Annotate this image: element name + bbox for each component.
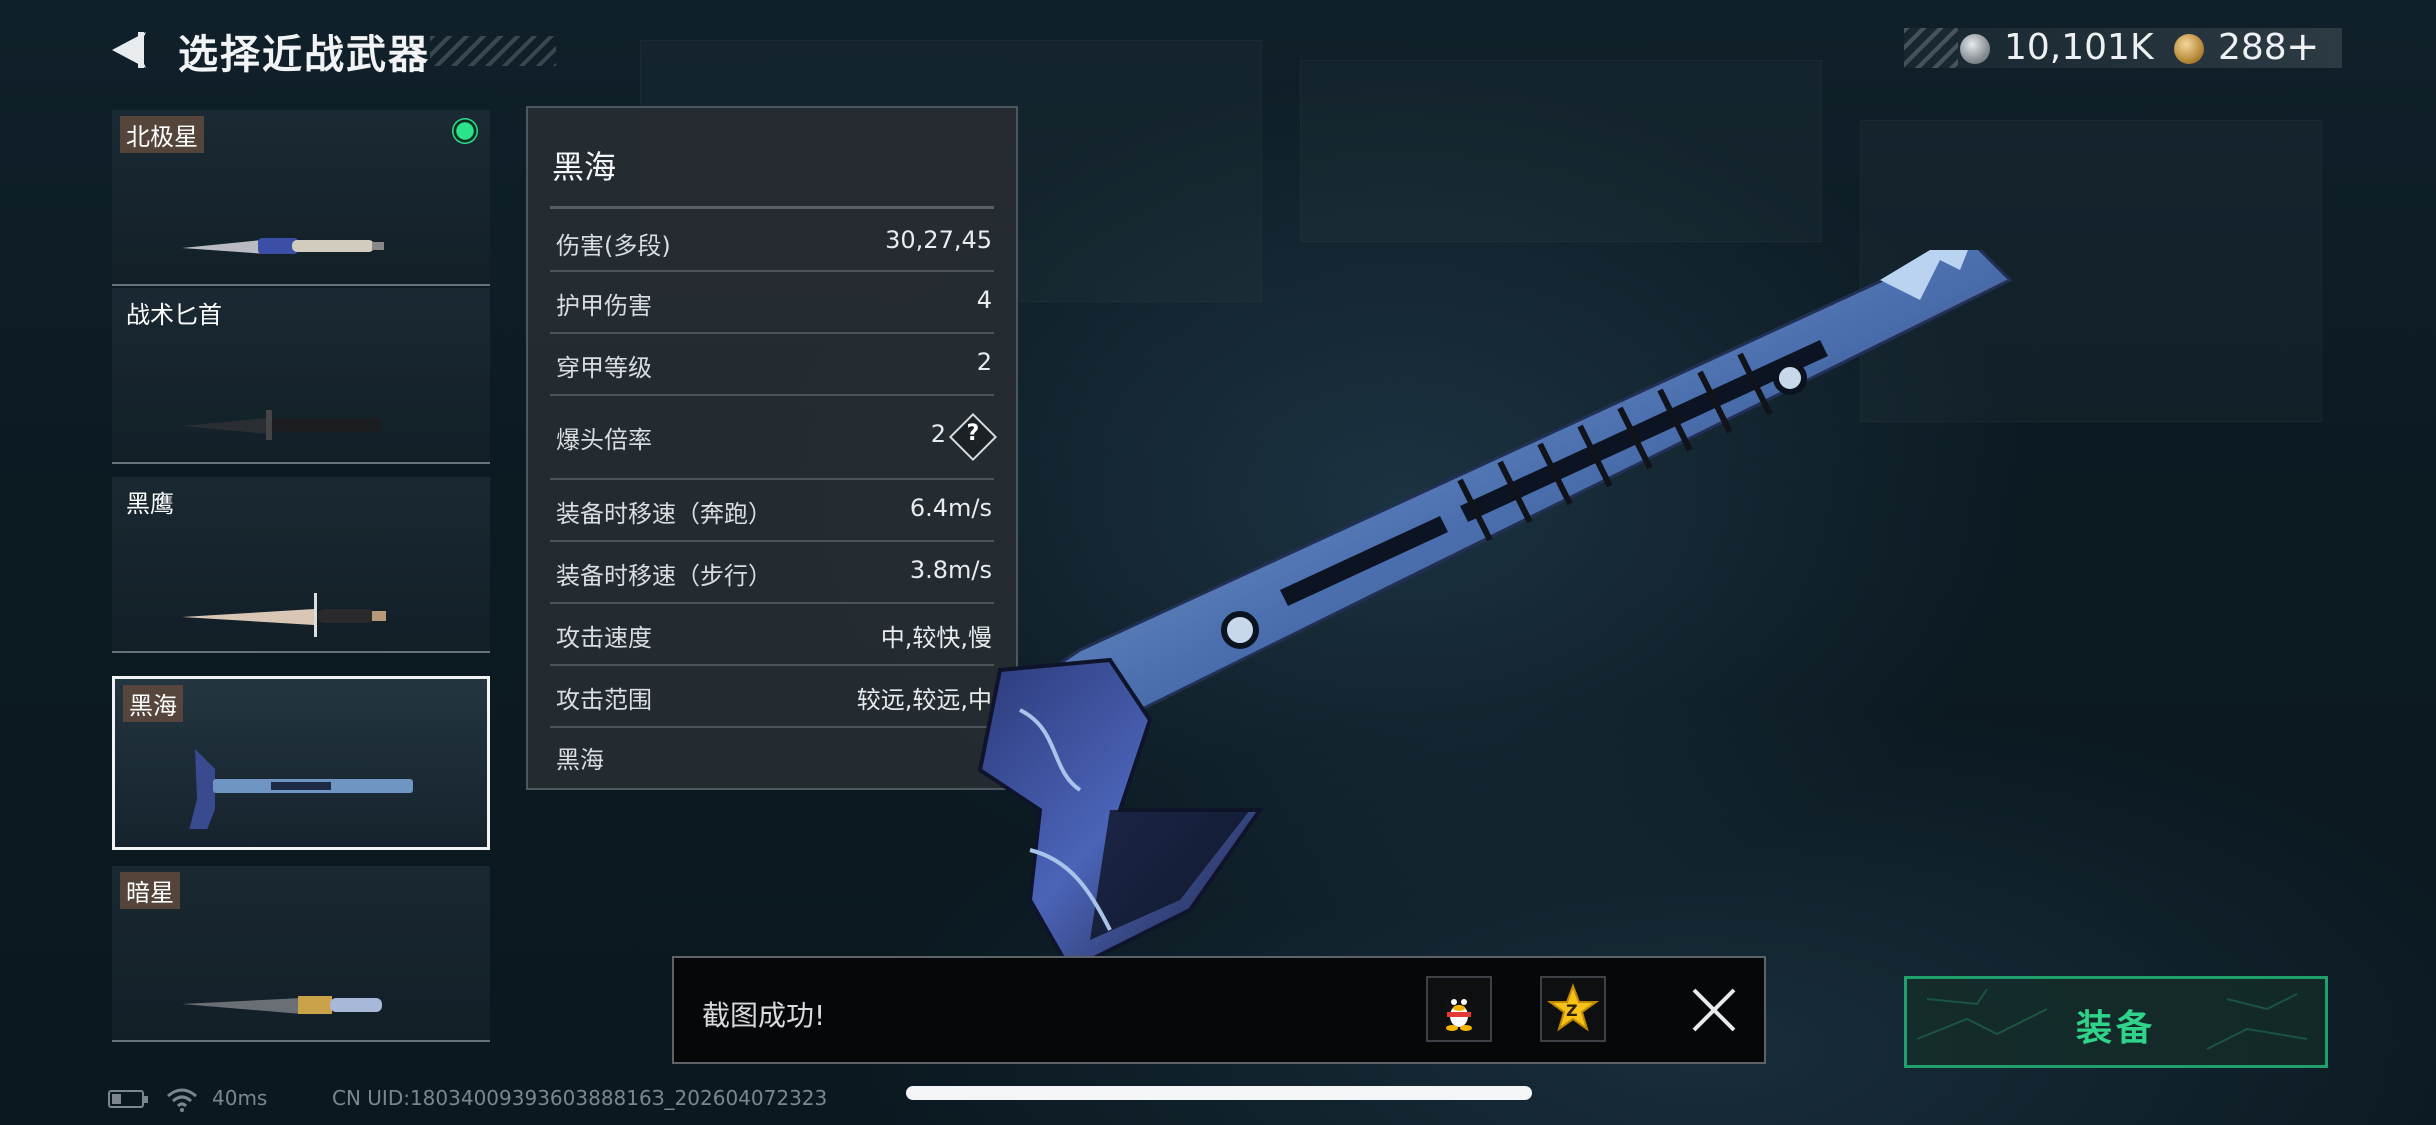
- row-divider: [550, 726, 994, 728]
- svg-text:Z: Z: [1566, 1001, 1578, 1020]
- knife-thumbnail-icon: [182, 238, 384, 254]
- equip-label: 装备: [2075, 1008, 2156, 1049]
- add-currency-button[interactable]: +: [2286, 27, 2320, 67]
- knife-thumbnail-icon: [182, 996, 382, 1014]
- wifi-icon: [167, 1088, 197, 1112]
- qq-penguin-icon: [1445, 992, 1473, 1031]
- stat-label: 穿甲等级: [556, 354, 652, 382]
- stat-row-attack-range: 攻击范围 较远,较远,中: [556, 666, 992, 724]
- stat-label: 爆头倍率: [556, 426, 652, 454]
- weapon-name: 暗星: [120, 872, 180, 909]
- equipped-indicator-icon: [452, 118, 478, 144]
- currency-decoration: [1904, 28, 1958, 68]
- weapon-name: 战术匕首: [126, 301, 222, 329]
- share-qq-button[interactable]: [1426, 976, 1492, 1042]
- stat-label: 攻击速度: [556, 624, 652, 652]
- knife-thumbnail-icon: [182, 593, 386, 637]
- silver-coin-icon: [1960, 34, 1990, 64]
- stat-row-headshot: 爆头倍率 2 ?: [556, 406, 998, 464]
- stat-row-penetration: 穿甲等级 2: [556, 334, 992, 392]
- ping-text: 40ms: [212, 1086, 268, 1110]
- knife-thumbnail-icon: [182, 410, 382, 440]
- screenshot-toast: 截图成功! Z: [672, 956, 1766, 1064]
- stat-row-attack-speed: 攻击速度 中,较快,慢: [556, 604, 992, 662]
- weapon-card-black-sea[interactable]: 黑海: [112, 676, 490, 850]
- weapon-card-black-hawk[interactable]: 黑鹰: [112, 477, 490, 653]
- row-divider: [550, 394, 994, 396]
- axe-thumbnail-icon: [189, 749, 413, 829]
- stat-row-run-speed: 装备时移速（奔跑） 6.4m/s: [556, 480, 992, 538]
- title-decoration: [430, 36, 556, 66]
- toast-message: 截图成功!: [702, 999, 826, 1032]
- stats-title: 黑海: [552, 148, 617, 186]
- stat-row-damage: 伤害(多段) 30,27,45: [556, 212, 992, 270]
- stat-label: 装备时移速（奔跑）: [556, 500, 772, 528]
- weapon-name: 黑鹰: [126, 490, 174, 518]
- gold-amount: 288: [2218, 27, 2287, 68]
- close-toast-button[interactable]: [1684, 980, 1744, 1040]
- gold-coin-icon: [2174, 34, 2204, 64]
- weapon-name: 黑海: [123, 685, 183, 722]
- stats-divider: [550, 206, 994, 209]
- page-title: 选择近战武器: [178, 32, 430, 78]
- stat-label: 护甲伤害: [556, 292, 652, 320]
- back-button[interactable]: [108, 26, 156, 74]
- battery-icon: [108, 1090, 148, 1108]
- weapon-card-polaris[interactable]: 北极星: [112, 110, 490, 286]
- share-qzone-button[interactable]: Z: [1540, 976, 1606, 1042]
- chevron-left-icon: [112, 32, 146, 68]
- currency-bar: 10,101K 288 +: [1904, 27, 2342, 68]
- stat-row-armor-damage: 护甲伤害 4: [556, 272, 992, 330]
- weapon-card-dark-star[interactable]: 暗星: [112, 866, 490, 1042]
- stat-label: 伤害(多段): [556, 232, 671, 260]
- stat-label: 攻击范围: [556, 686, 652, 714]
- qzone-star-icon: Z: [1546, 983, 1600, 1032]
- weapon-stats-panel: 黑海 伤害(多段) 30,27,45 护甲伤害 4 穿甲等级 2 爆头倍率 2 …: [526, 106, 1018, 790]
- stat-label: 装备时移速（步行）: [556, 562, 772, 590]
- uid-text: CN UID:1803400939360388816З_202604072323: [332, 1086, 828, 1110]
- stats-footer-name: 黑海: [556, 746, 604, 774]
- equip-button[interactable]: 装备: [1904, 976, 2328, 1068]
- close-icon: [1692, 988, 1736, 1032]
- background-panel: [1300, 60, 1822, 242]
- silver-amount: 10,101K: [2004, 27, 2154, 68]
- stat-row-walk-speed: 装备时移速（步行） 3.8m/s: [556, 542, 992, 600]
- weapon-name: 北极星: [120, 116, 204, 153]
- home-indicator[interactable]: [906, 1086, 1532, 1100]
- weapon-card-tactical-dagger[interactable]: 战术匕首: [112, 288, 490, 464]
- weapon-preview-image: [977, 250, 2013, 973]
- stat-value: 2: [930, 420, 946, 448]
